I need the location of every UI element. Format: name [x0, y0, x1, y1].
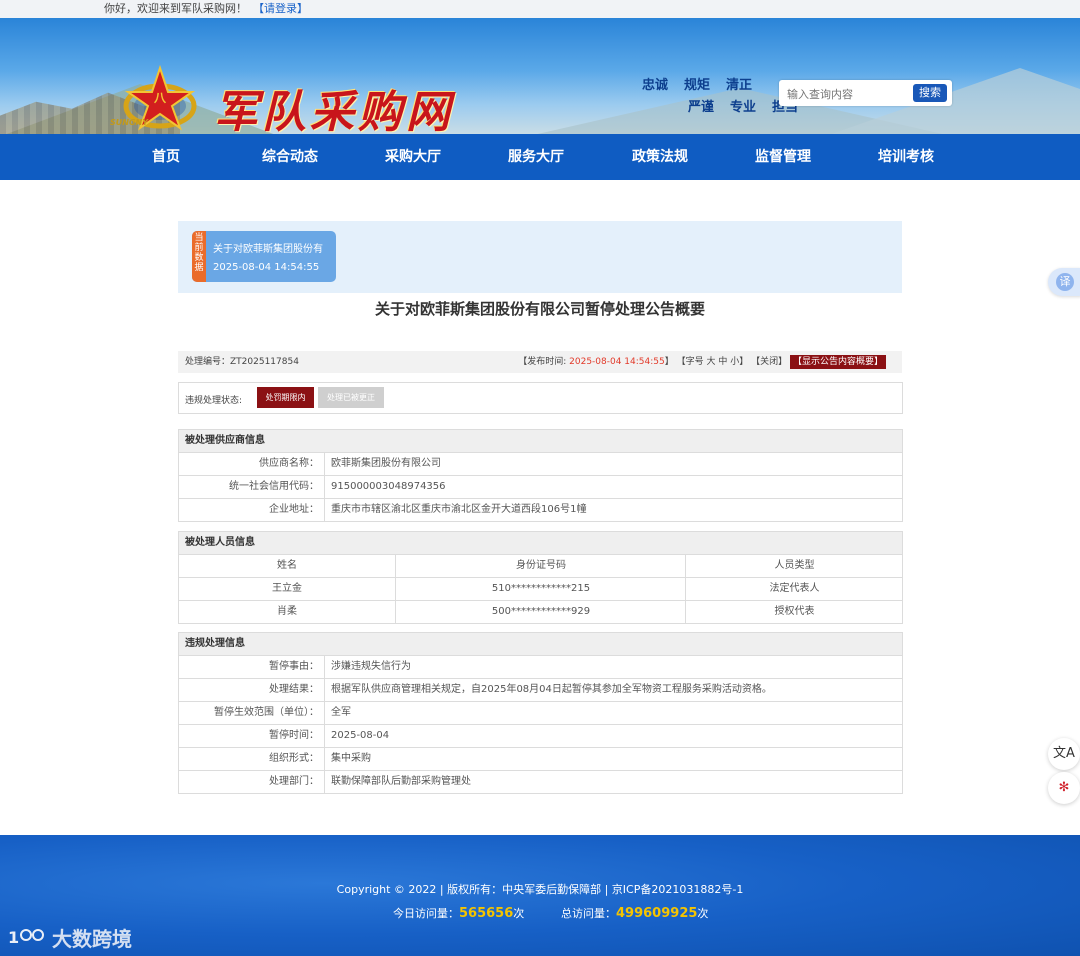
current-data-card[interactable]: 当前数据 关于对欧菲斯集团股份有 2025-08-04 14:54:55 — [192, 231, 336, 282]
nav-news[interactable]: 综合动态 — [240, 134, 340, 180]
slogan-4: 严谨 — [688, 100, 715, 115]
persons-section: 被处理人员信息 姓名 身份证号码 人员类型 王立金 510***********… — [178, 531, 903, 624]
watermark-text: 大数跨境 — [52, 927, 132, 951]
table-row: 处理部门： 联勤保障部队后勤部采购管理处 — [179, 771, 902, 794]
table-row: 企业地址： 重庆市市辖区渝北区重庆市渝北区金开大道西段106号1幢 — [179, 499, 902, 522]
table-row: 暂停事由： 涉嫌违规失信行为 — [179, 656, 902, 679]
current-data-panel: 当前数据 关于对欧菲斯集团股份有 2025-08-04 14:54:55 — [178, 221, 902, 293]
current-data-tag: 当前数据 — [192, 231, 206, 282]
violation-status: 违规处理状态: 处罚期限内 处理已被更正 — [178, 382, 903, 414]
table-row: 暂停生效范围（单位）： 全军 — [179, 702, 902, 725]
nav-training[interactable]: 培训考核 — [856, 134, 956, 180]
table-header-row: 姓名 身份证号码 人员类型 — [179, 555, 902, 578]
watermark-logo-icon: 1 — [8, 928, 44, 947]
nav-policy[interactable]: 政策法规 — [610, 134, 710, 180]
supplier-section: 被处理供应商信息 供应商名称： 欧菲斯集团股份有限公司 统一社会信用代码： 9150… — [178, 429, 903, 522]
svg-text:1: 1 — [8, 928, 19, 947]
total-visits: 总访问量：499609925次 — [561, 906, 709, 921]
slogan-5: 专业 — [730, 100, 757, 115]
svg-text:八: 八 — [153, 91, 167, 105]
translate-icon: 译 — [1056, 273, 1074, 291]
nav-procurement[interactable]: 采购大厅 — [363, 134, 463, 180]
current-data-title: 关于对欧菲斯集团股份有 — [213, 244, 323, 255]
emblem-caption: SUNGNY — [110, 118, 149, 127]
table-row: 统一社会信用代码： 915000003048974356 — [179, 476, 902, 499]
section-heading: 被处理供应商信息 — [179, 430, 902, 453]
today-visits: 今日访问量：565656次 — [393, 906, 525, 921]
top-bar: 你好，欢迎来到军队采购网！ 【请登录】 — [0, 0, 1080, 18]
process-code: 处理编号：ZT2025117854 — [185, 357, 299, 367]
violation-section: 违规处理信息 暂停事由： 涉嫌违规失信行为 处理结果： 根据军队供应商管理相关规定，… — [178, 632, 903, 794]
app-icon[interactable]: ✻ — [1048, 772, 1080, 804]
notice-meta-bar: 处理编号：ZT2025117854 【发布时间: 2025-08-04 14:5… — [178, 351, 902, 373]
publish-time: 【发布时间: 2025-08-04 14:54:55】 — [518, 357, 674, 367]
search-button[interactable]: 搜索 — [913, 84, 947, 102]
search-box: 搜索 — [779, 80, 952, 106]
nav-home[interactable]: 首页 — [116, 134, 216, 180]
footer: Copyright © 2022 | 版权所有：中央军委后勤保障部 | 京ICP… — [0, 835, 1080, 956]
main-nav: 首页 综合动态 采购大厅 服务大厅 政策法规 监督管理 培训考核 — [0, 134, 1080, 180]
login-link[interactable]: 【请登录】 — [253, 2, 308, 15]
search-input[interactable] — [785, 84, 909, 104]
status-active-badge: 处罚期限内 — [257, 387, 314, 408]
translate-float-button[interactable]: 译 — [1048, 268, 1080, 296]
slogan-1: 忠诚 — [642, 78, 669, 93]
section-heading: 被处理人员信息 — [179, 532, 902, 555]
table-row: 供应商名称： 欧菲斯集团股份有限公司 — [179, 453, 902, 476]
table-row: 组织形式： 集中采购 — [179, 748, 902, 771]
language-icon[interactable]: 文A — [1048, 738, 1080, 770]
slogan-2: 规矩 — [684, 78, 711, 93]
table-row: 处理结果： 根据军队供应商管理相关规定，自2025年08月04日起暂停其参加全军物… — [179, 679, 902, 702]
font-size-control[interactable]: 【字号 大 中 小】 — [677, 357, 749, 367]
status-label: 违规处理状态: — [185, 396, 243, 406]
page-title: 关于对欧菲斯集团股份有限公司暂停处理公告概要 — [374, 300, 705, 318]
nav-supervision[interactable]: 监督管理 — [733, 134, 833, 180]
table-row: 肖柔 500************929 授权代表 — [179, 601, 902, 624]
nav-service[interactable]: 服务大厅 — [486, 134, 586, 180]
slogan-3: 清正 — [726, 78, 753, 93]
show-summary-button[interactable]: 【显示公告内容概要】 — [789, 355, 886, 369]
close-link[interactable]: 【关闭】 — [751, 357, 787, 367]
header-banner: 八 SUNGNY 军队采购网 忠诚 规矩 清正 严谨 专业 担当 搜索 — [0, 18, 1080, 134]
site-title: 军队采购网 — [214, 87, 454, 134]
current-data-datetime: 2025-08-04 14:54:55 — [213, 262, 320, 273]
copyright-text: Copyright © 2022 | 版权所有：中央军委后勤保障部 | 京ICP… — [336, 883, 744, 896]
table-row: 王立金 510************215 法定代表人 — [179, 578, 902, 601]
table-row: 暂停时间： 2025-08-04 — [179, 725, 902, 748]
section-heading: 违规处理信息 — [179, 633, 902, 656]
status-inactive-badge: 处理已被更正 — [318, 387, 384, 408]
greeting: 你好，欢迎来到军队采购网！ 【请登录】 — [104, 2, 308, 15]
